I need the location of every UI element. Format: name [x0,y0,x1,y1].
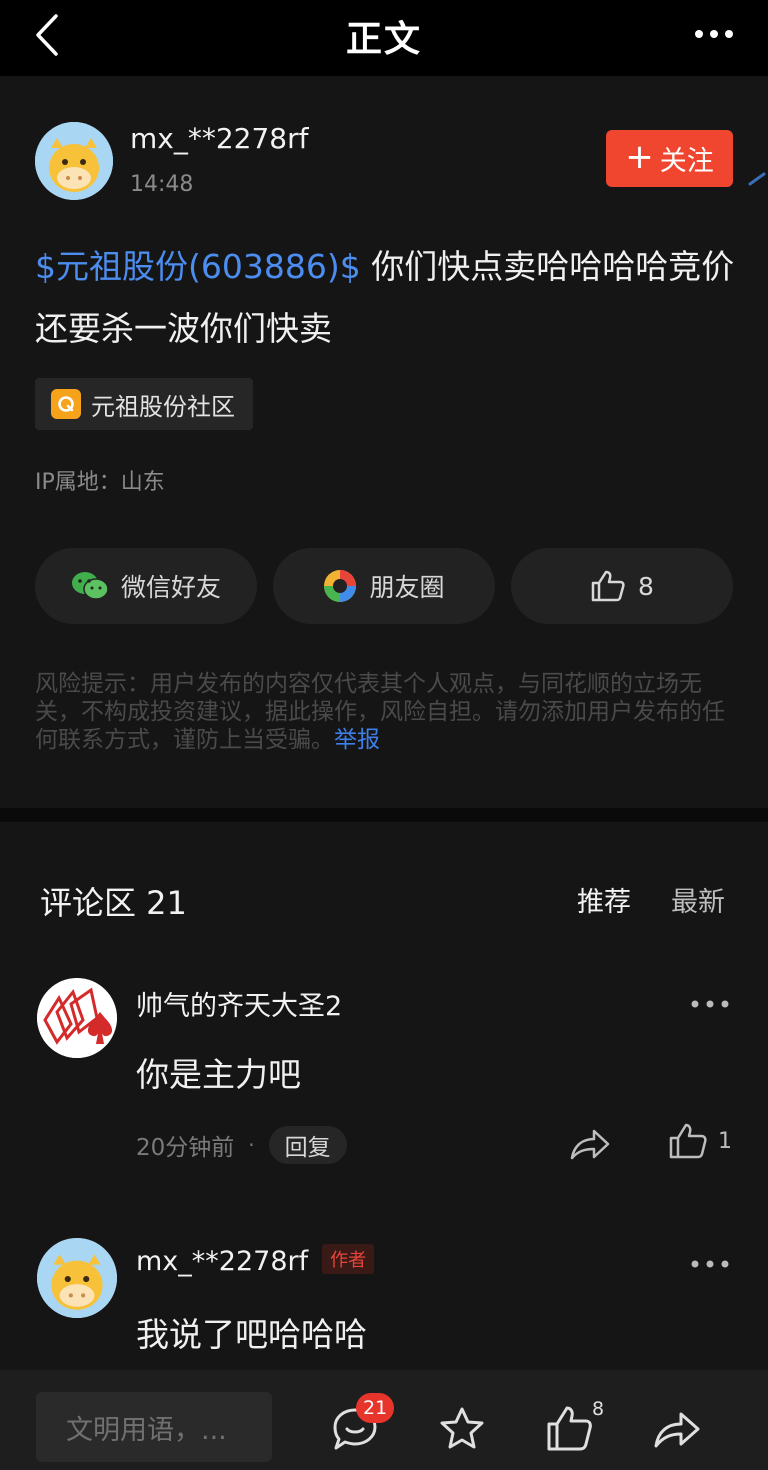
comment-more-icon[interactable] [690,996,730,1010]
meta-separator: · [248,1133,255,1157]
risk-disclaimer: 风险提示：用户发布的内容仅代表其个人观点，与同花顺的立场无关，不构成投资建议，据… [35,670,735,754]
star-icon[interactable] [437,1404,487,1454]
section-divider [0,808,768,822]
commenter-name-row: mx_**2278rf 作者 [136,1244,375,1277]
share-wechat-label: 微信好友 [120,573,221,602]
share-wechat-button[interactable]: 微信好友 [35,548,257,624]
moments-icon [324,570,357,602]
comment-share-icon[interactable] [568,1122,612,1166]
community-label: 元祖股份社区 [91,392,235,421]
author-avatar[interactable] [35,122,113,200]
page-title: 正文 [345,19,422,60]
comment-text: 你是主力吧 [136,1055,301,1094]
commenter-name[interactable]: 帅气的齐天大圣2 [136,984,342,1023]
author-name[interactable]: mx_**2278rf [130,122,308,155]
comment-time: 20分钟前 [136,1135,235,1161]
sort-recommended-tab[interactable]: 推荐 [577,880,631,919]
more-dots-icon[interactable] [694,24,734,44]
post-like-button[interactable]: 8 [511,548,733,624]
share-moments-label: 朋友圈 [369,573,445,602]
sort-newest-tab[interactable]: 最新 [671,880,725,919]
comment-count-badge: 21 [356,1393,395,1423]
post-time: 14:48 [130,172,194,197]
comment-like-count: 1 [718,1128,732,1154]
wechat-icon [71,572,109,600]
comment-more-icon[interactable] [690,1256,730,1270]
post-content: $元祖股份(603886)$ 你们快点卖哈哈哈哈竞价还要杀一波你们快卖 [35,236,735,360]
follow-label: 关注 [659,146,714,177]
like-count: 8 [592,1398,605,1420]
comment-meta: 20分钟前 · 回复 [136,1126,347,1164]
ip-location: IP属地：山东 [35,470,165,495]
comment-text: 我说了吧哈哈哈 [136,1315,367,1354]
follow-button[interactable]: + 关注 [606,130,733,187]
post-like-count: 8 [638,571,654,601]
bottom-bar: 文明用语，... 21 8 [0,1370,768,1470]
thumbs-up-icon [669,1123,707,1159]
commenter-avatar[interactable] [37,978,117,1058]
risk-text: 风险提示：用户发布的内容仅代表其个人观点，与同花顺的立场无关，不构成投资建议，据… [35,671,725,753]
report-link[interactable]: 举报 [334,727,380,753]
commenter-avatar[interactable] [37,1238,117,1318]
playing-cards-avatar-icon [37,978,117,1058]
comments-section: 评论区 21 推荐 最新 帅气的齐天大圣2 你是主力吧 20分钟前 · 回复 1… [0,822,768,1370]
cow-avatar-icon [35,122,113,200]
comment-like-button[interactable]: 1 [668,1122,732,1160]
thumbs-up-icon[interactable] [545,1404,595,1454]
comments-title: 评论区 21 [40,884,187,922]
share-icon[interactable] [652,1404,702,1454]
author-badge: 作者 [322,1244,375,1274]
thumbs-up-icon [591,570,625,602]
edge-stroke-icon [748,171,766,186]
cow-avatar-icon [37,1238,117,1318]
community-tag[interactable]: 元祖股份社区 [35,378,253,430]
top-bar: 正文 [0,0,768,76]
post-card: mx_**2278rf 14:48 + 关注 $元祖股份(603886)$ 你们… [0,76,768,808]
share-moments-button[interactable]: 朋友圈 [273,548,495,624]
community-icon [51,389,81,419]
share-row: 微信好友 朋友圈 8 [35,548,733,624]
reply-button[interactable]: 回复 [268,1126,347,1164]
stock-link[interactable]: $元祖股份(603886)$ [35,247,361,286]
commenter-name[interactable]: mx_**2278rf [136,1246,308,1277]
comment-input[interactable]: 文明用语，... [36,1392,272,1462]
plus-icon: + [625,137,654,177]
